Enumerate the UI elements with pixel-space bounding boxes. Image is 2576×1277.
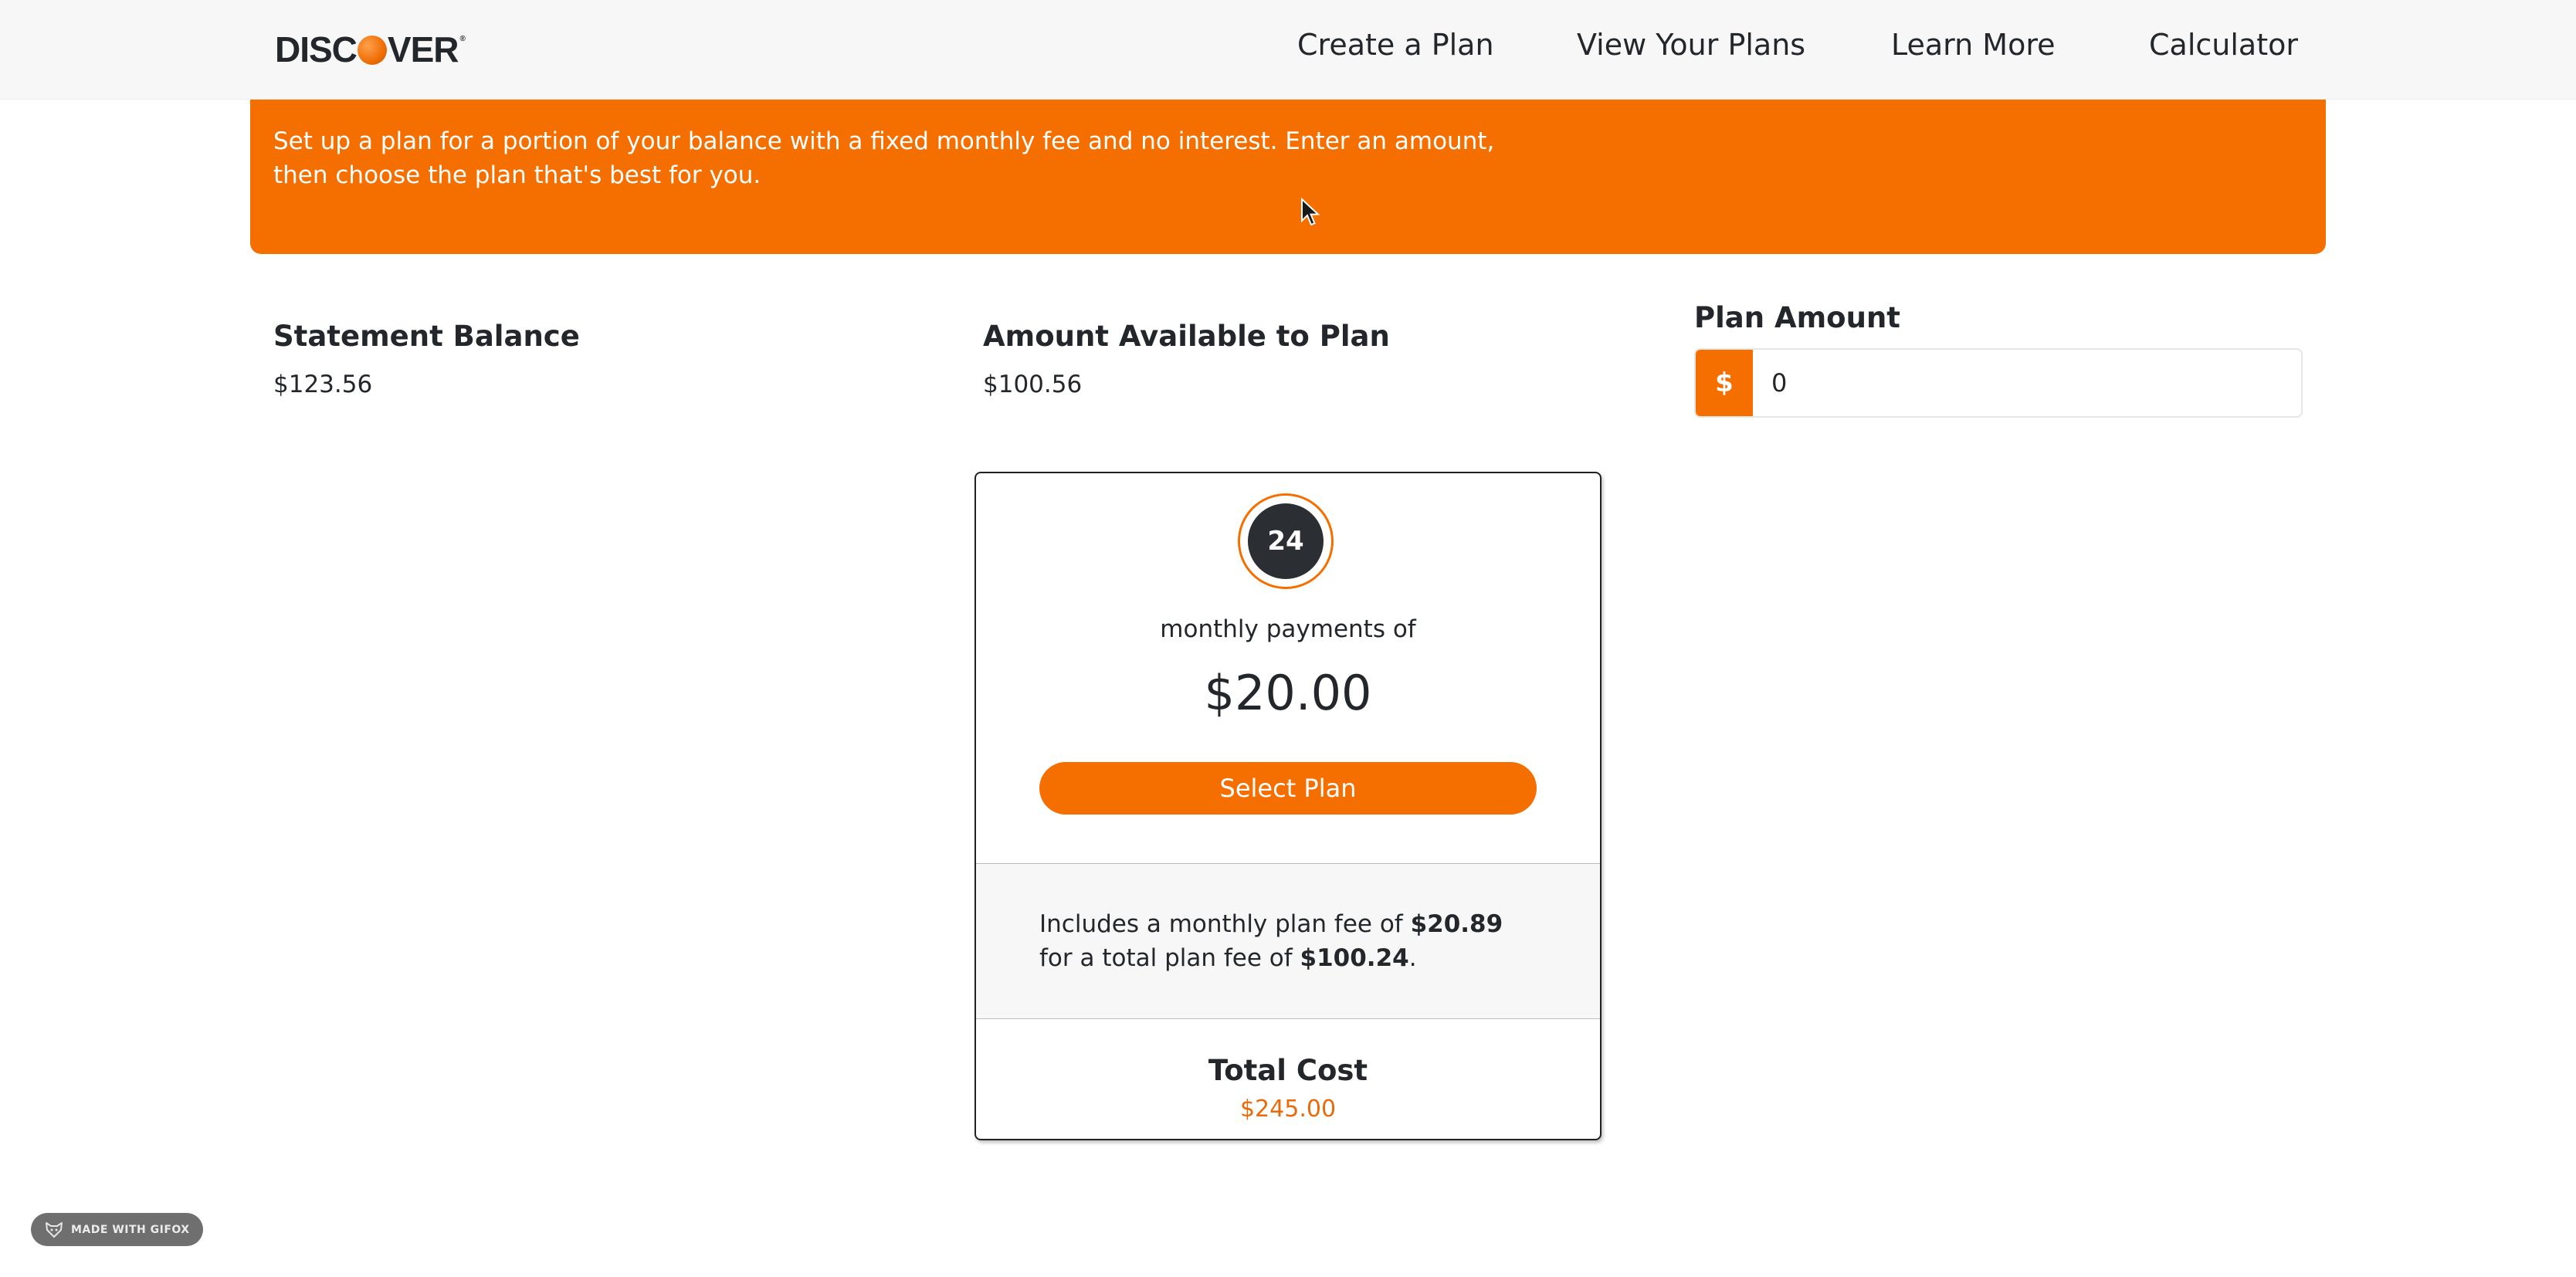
plan-fee-details: Includes a monthly plan fee of $20.89 fo…: [976, 863, 1600, 1019]
statement-balance-value: $123.56: [273, 371, 373, 398]
gifox-text: MADE WITH GIFOX: [71, 1223, 190, 1236]
available-to-plan-value: $100.56: [983, 371, 1083, 398]
monthly-payment-amount: $20.00: [1204, 665, 1372, 721]
discover-logo[interactable]: DISC VER ®: [275, 29, 466, 69]
statement-balance-label: Statement Balance: [273, 320, 580, 353]
total-cost-value: $245.00: [1239, 1096, 1337, 1123]
nav-create-plan[interactable]: Create a Plan: [1297, 28, 1494, 62]
dollar-prefix: $: [1696, 350, 1753, 416]
plan-amount-label: Plan Amount: [1694, 301, 1900, 334]
info-banner: Set up a plan for a portion of your bala…: [250, 100, 2326, 254]
plan-amount-field[interactable]: $: [1694, 348, 2303, 418]
fee-middle: for a total plan fee of: [1039, 944, 1300, 972]
banner-text: Set up a plan for a portion of your bala…: [273, 127, 1495, 189]
total-cost-label: Total Cost: [1208, 1054, 1368, 1087]
plan-subtitle: monthly payments of: [1160, 615, 1416, 643]
fee-description: Includes a monthly plan fee of $20.89 fo…: [1039, 907, 1534, 975]
mouse-cursor-icon: [1301, 198, 1320, 226]
fee-prefix: Includes a monthly plan fee of: [1039, 910, 1411, 938]
nav-learn-more[interactable]: Learn More: [1891, 28, 2056, 62]
gifox-watermark: MADE WITH GIFOX: [31, 1213, 203, 1246]
logo-text-ver: VER: [387, 29, 459, 69]
fox-icon: [46, 1221, 63, 1238]
months-badge: 24: [1248, 503, 1324, 579]
available-to-plan-label: Amount Available to Plan: [983, 320, 1390, 353]
select-plan-button[interactable]: Select Plan: [1039, 762, 1537, 815]
nav-calculator[interactable]: Calculator: [2149, 28, 2298, 62]
page: DISC VER ® Create a Plan View Your Plans L…: [0, 0, 2576, 1277]
logo-text-dis: DISC: [275, 29, 358, 69]
fee-suffix: .: [1408, 944, 1417, 972]
logo-orange-dot: [357, 36, 387, 65]
nav-view-plans[interactable]: View Your Plans: [1577, 28, 1805, 62]
monthly-plan-fee: $20.89: [1410, 910, 1503, 938]
total-plan-fee: $100.24: [1300, 944, 1409, 972]
months-badge-ring: 24: [1238, 493, 1334, 589]
plan-amount-input[interactable]: [1753, 350, 2301, 416]
top-navigation-bar: DISC VER ® Create a Plan View Your Plans L…: [0, 0, 2576, 100]
plan-card: 24 monthly payments of $20.00 Select Pla…: [974, 472, 1602, 1140]
logo-trademark: ®: [459, 35, 466, 43]
